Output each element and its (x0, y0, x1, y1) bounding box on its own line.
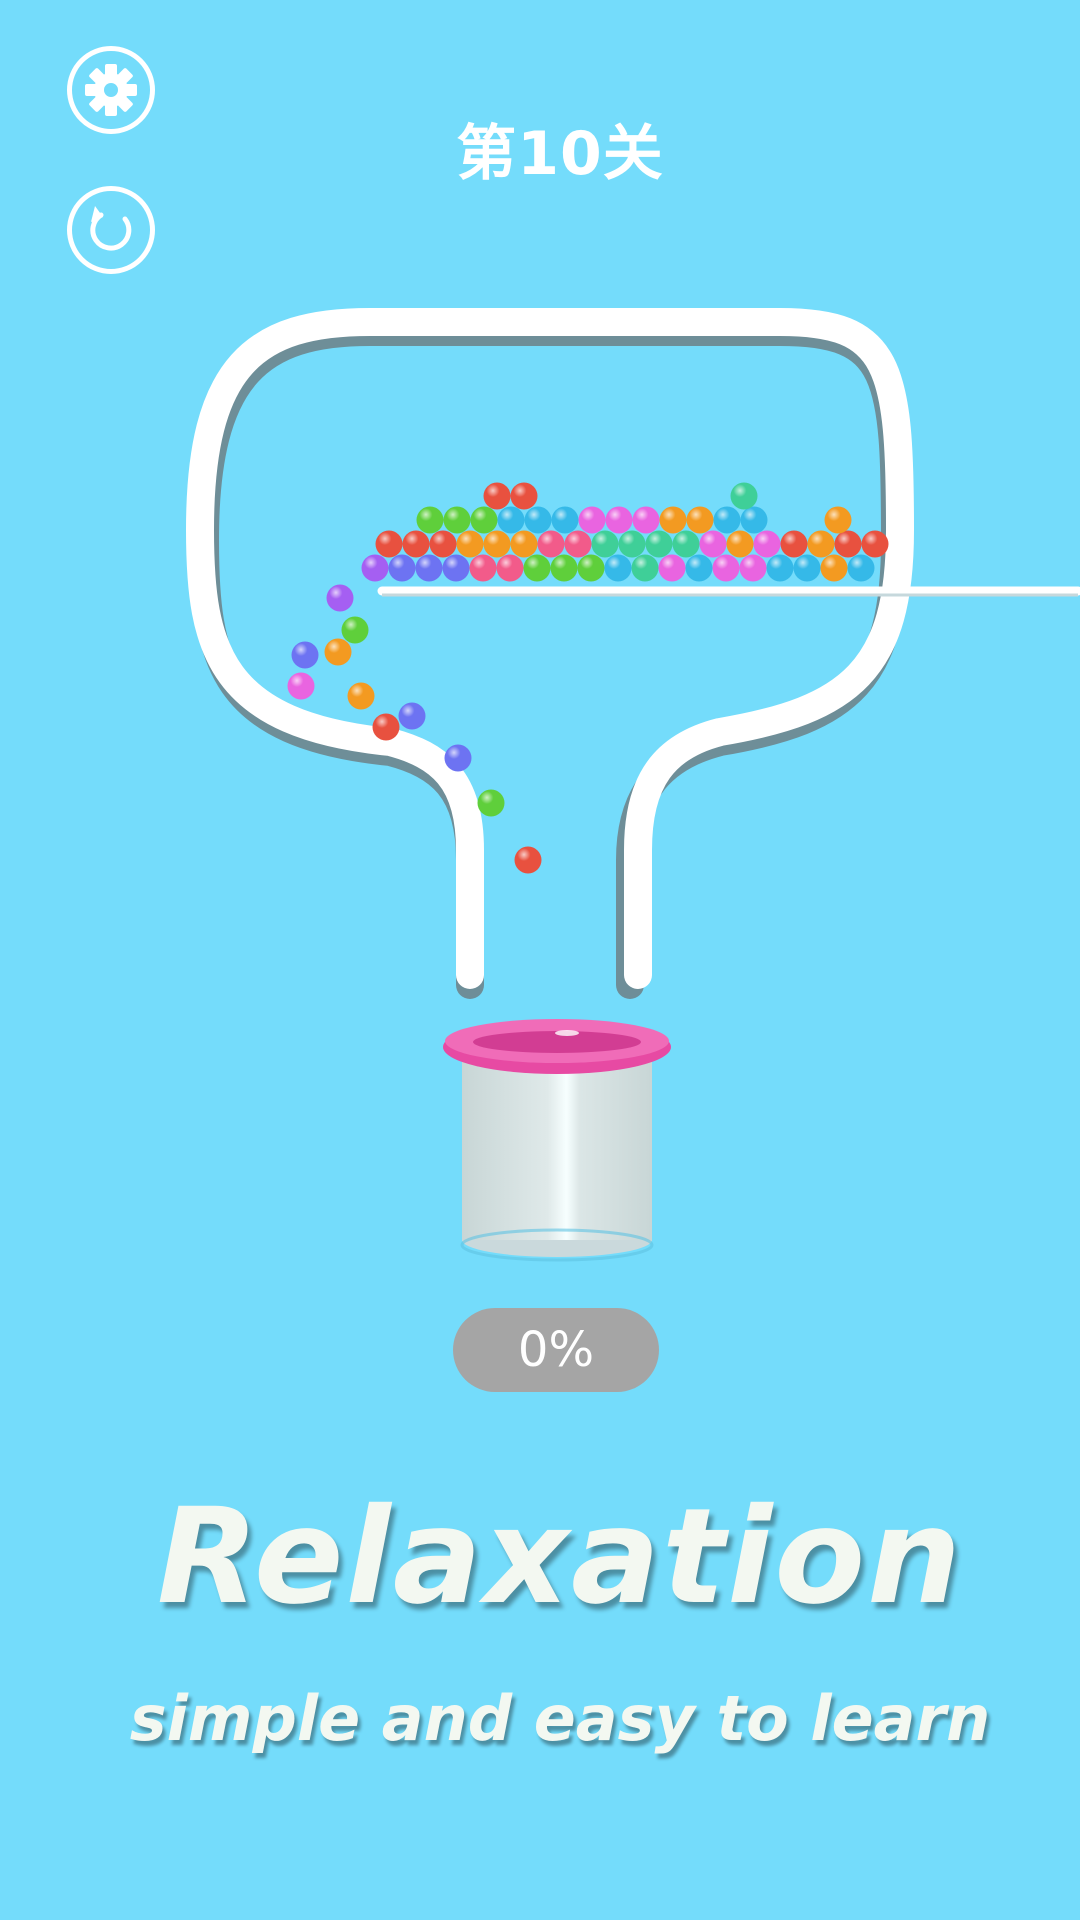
ball (645, 530, 673, 558)
ball (605, 506, 633, 534)
promo-headline: Relaxation (156, 1480, 964, 1634)
ball (444, 744, 472, 772)
ball (658, 554, 686, 582)
ball (510, 482, 538, 510)
ball (550, 554, 578, 582)
ball (514, 846, 542, 874)
ball (375, 530, 403, 558)
ball (591, 530, 619, 558)
ball (631, 554, 659, 582)
ball (834, 530, 862, 558)
ball (429, 530, 457, 558)
promo-subline: simple and easy to learn (129, 1682, 991, 1755)
ball (766, 554, 794, 582)
ball (699, 530, 727, 558)
ball (483, 530, 511, 558)
ball (564, 530, 592, 558)
ball (456, 530, 484, 558)
ball (537, 530, 565, 558)
cup-body (462, 1060, 652, 1240)
ball (524, 506, 552, 534)
balls-group (287, 482, 889, 874)
ball (470, 506, 498, 534)
ball (388, 554, 416, 582)
progress-indicator: 0% (453, 1308, 659, 1392)
ball (726, 530, 754, 558)
ball (497, 506, 525, 534)
ball (416, 506, 444, 534)
ball (659, 506, 687, 534)
ball (398, 702, 426, 730)
ball (415, 554, 443, 582)
ball (740, 506, 768, 534)
ball (361, 554, 389, 582)
ball (820, 554, 848, 582)
ball (442, 554, 470, 582)
ball (672, 530, 700, 558)
ball (341, 616, 369, 644)
ball (685, 554, 713, 582)
ball (604, 554, 632, 582)
ball (496, 554, 524, 582)
ball (347, 682, 375, 710)
ball (686, 506, 714, 534)
ball (739, 554, 767, 582)
ball (510, 530, 538, 558)
ball (551, 506, 579, 534)
ball (402, 530, 430, 558)
ball (632, 506, 660, 534)
ball (483, 482, 511, 510)
ball (324, 638, 352, 666)
ball (847, 554, 875, 582)
ball (326, 584, 354, 612)
cup-rim-shine (555, 1030, 579, 1036)
ball (578, 506, 606, 534)
ball (372, 713, 400, 741)
ball (287, 672, 315, 700)
ball (469, 554, 497, 582)
ball (861, 530, 889, 558)
ball (712, 554, 740, 582)
ball (618, 530, 646, 558)
ball (730, 482, 758, 510)
ball (824, 506, 852, 534)
ball (291, 641, 319, 669)
collection-cup (443, 1019, 671, 1262)
ball (443, 506, 471, 534)
ball (577, 554, 605, 582)
ball (713, 506, 741, 534)
ball (807, 530, 835, 558)
ball (477, 789, 505, 817)
ball (780, 530, 808, 558)
ball (753, 530, 781, 558)
ball (793, 554, 821, 582)
progress-text: 0% (517, 1322, 595, 1378)
ball (523, 554, 551, 582)
